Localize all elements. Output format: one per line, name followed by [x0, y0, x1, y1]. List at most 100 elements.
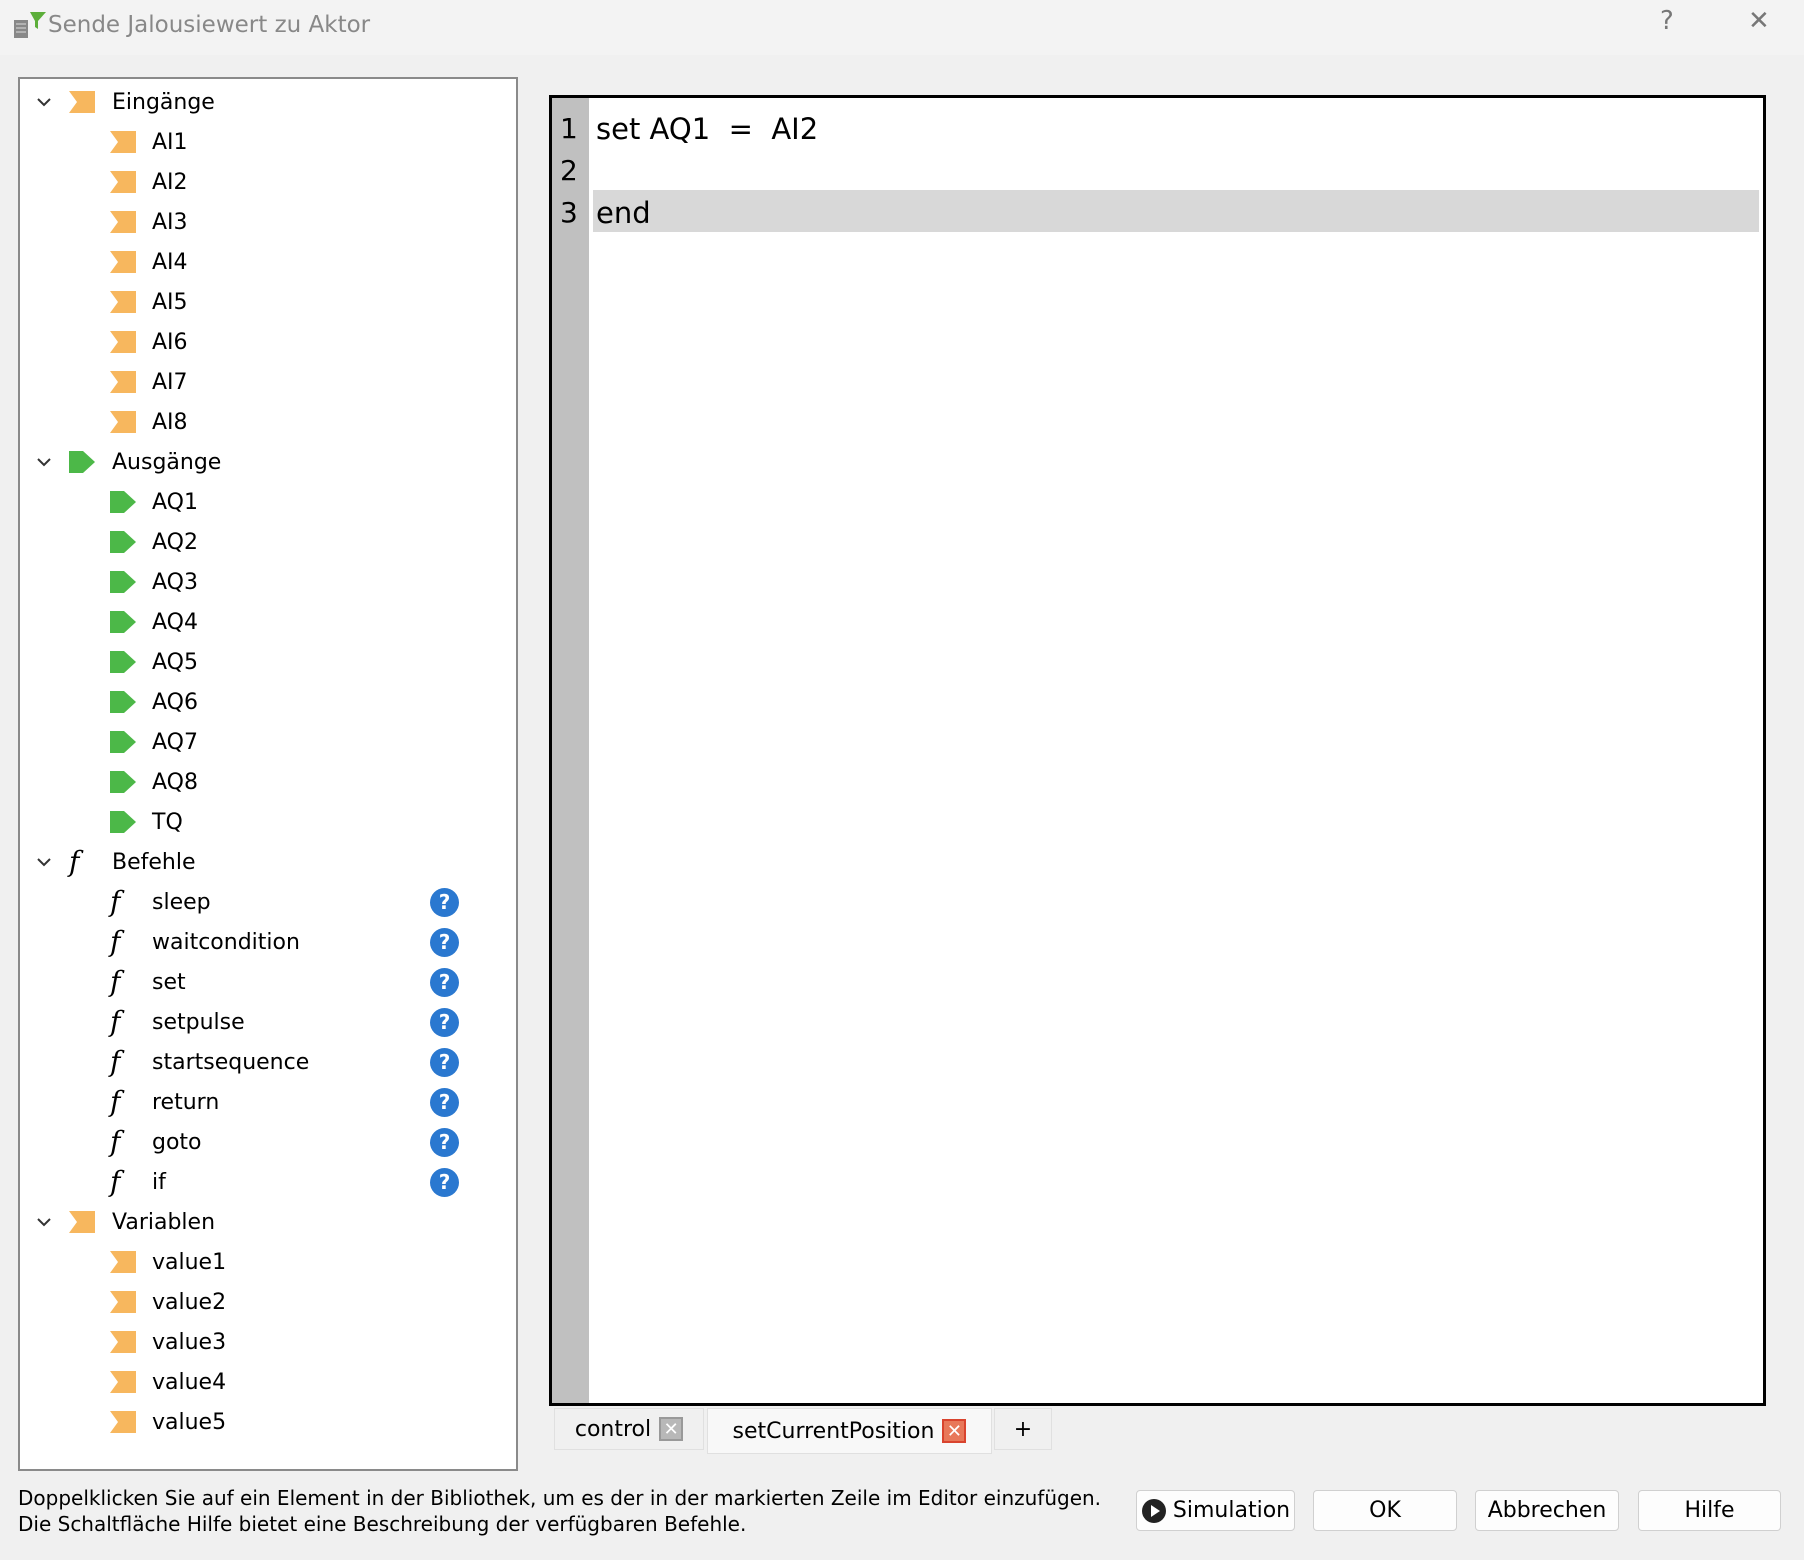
tree-item-label: AQ2 [152, 529, 198, 555]
help-icon[interactable]: ? [430, 967, 459, 997]
output-icon [110, 771, 136, 793]
tree-item[interactable]: AI2 [20, 162, 516, 202]
code-line[interactable]: set AQ1 = AI2 [596, 112, 818, 146]
input-icon [110, 1411, 136, 1433]
add-tab-button[interactable]: + [994, 1408, 1052, 1450]
tree-item-label: TQ [152, 809, 183, 835]
tree-group-variablen[interactable]: Variablen [20, 1202, 516, 1242]
tree-group-befehle[interactable]: f Befehle [20, 842, 516, 882]
tree-item-label: sleep [152, 889, 211, 915]
help-icon[interactable]: ? [430, 1167, 459, 1197]
tree-item[interactable]: f waitcondition? [20, 922, 516, 962]
tab-setcurrentposition[interactable]: setCurrentPosition ✕ [707, 1408, 992, 1454]
tree-item[interactable]: AQ8 [20, 762, 516, 802]
input-icon [110, 1371, 136, 1393]
tree-item[interactable]: f return? [20, 1082, 516, 1122]
function-icon: f [110, 965, 121, 998]
output-icon [110, 571, 136, 593]
help-icon[interactable]: ? [430, 1007, 459, 1037]
help-icon[interactable]: ? [430, 887, 459, 917]
tree-item[interactable]: AQ1 [20, 482, 516, 522]
play-icon [1141, 1498, 1166, 1523]
chevron-down-icon[interactable] [36, 454, 52, 470]
chevron-down-icon[interactable] [36, 1214, 52, 1230]
tree-item[interactable]: value3 [20, 1322, 516, 1362]
cancel-button[interactable]: Abbrechen [1475, 1490, 1619, 1531]
chevron-down-icon[interactable] [36, 854, 52, 870]
tree-item[interactable]: AI1 [20, 122, 516, 162]
output-icon [110, 811, 136, 833]
tree-item[interactable]: f startsequence? [20, 1042, 516, 1082]
tree-item[interactable]: AQ4 [20, 602, 516, 642]
input-icon [110, 1291, 136, 1313]
chevron-down-icon[interactable] [36, 94, 52, 110]
function-icon: f [110, 885, 121, 918]
tree-item[interactable]: AI5 [20, 282, 516, 322]
app-icon [14, 12, 46, 38]
help-icon[interactable]: ? [430, 1087, 459, 1117]
line-number: 1 [560, 112, 578, 145]
help-title-button[interactable]: ? [1660, 6, 1674, 36]
tree-item[interactable]: AQ6 [20, 682, 516, 722]
tree-item[interactable]: AI6 [20, 322, 516, 362]
close-button[interactable]: ✕ [1748, 6, 1770, 36]
tree-group-label: Befehle [112, 849, 196, 875]
simulation-button[interactable]: Simulation [1136, 1490, 1295, 1531]
tree-group-eingänge[interactable]: Eingänge [20, 82, 516, 122]
library-tree[interactable]: Eingänge AI1 AI2 AI3 AI4 AI5 AI6 AI7 AI8 Ausgänge… [18, 77, 518, 1471]
tree-item[interactable]: value4 [20, 1362, 516, 1402]
tree-item[interactable]: TQ [20, 802, 516, 842]
tree-item[interactable]: f setpulse? [20, 1002, 516, 1042]
tree-item[interactable]: AI7 [20, 362, 516, 402]
tree-item[interactable]: value2 [20, 1282, 516, 1322]
tree-item-label: setpulse [152, 1009, 245, 1035]
tree-item[interactable]: value1 [20, 1242, 516, 1282]
tree-item-label: value5 [152, 1409, 227, 1435]
tree-item[interactable]: AQ2 [20, 522, 516, 562]
output-icon [69, 451, 95, 473]
tree-item[interactable]: AI4 [20, 242, 516, 282]
tree-item-label: value3 [152, 1329, 227, 1355]
help-icon[interactable]: ? [430, 1127, 459, 1157]
input-icon [110, 251, 136, 273]
line-gutter [552, 98, 589, 1403]
tree-item[interactable]: value5 [20, 1402, 516, 1442]
title-bar: Sende Jalousiewert zu Aktor ? ✕ [0, 0, 1804, 55]
tree-item[interactable]: AQ3 [20, 562, 516, 602]
tree-item[interactable]: AI3 [20, 202, 516, 242]
tree-item[interactable]: AQ7 [20, 722, 516, 762]
help-icon[interactable]: ? [430, 1047, 459, 1077]
tree-item[interactable]: f sleep? [20, 882, 516, 922]
input-icon [110, 411, 136, 433]
tree-item-label: AI8 [152, 409, 188, 435]
help-button[interactable]: Hilfe [1638, 1490, 1781, 1531]
tree-item-label: waitcondition [152, 929, 300, 955]
tree-item-label: value1 [152, 1249, 227, 1275]
code-editor[interactable]: 1 set AQ1 = AI2 2 3 end [549, 95, 1766, 1406]
output-icon [110, 491, 136, 513]
tree-item[interactable]: AQ5 [20, 642, 516, 682]
tree-item-label: AQ8 [152, 769, 198, 795]
line-number: 2 [560, 154, 578, 187]
tree-item-label: goto [152, 1129, 202, 1155]
tree-group-ausgänge[interactable]: Ausgänge [20, 442, 516, 482]
help-icon[interactable]: ? [430, 927, 459, 957]
tree-item-label: AI6 [152, 329, 188, 355]
function-icon: f [110, 1125, 121, 1158]
tree-item[interactable]: f set? [20, 962, 516, 1002]
tree-group-label: Variablen [112, 1209, 216, 1235]
close-tab-icon[interactable]: ✕ [942, 1419, 967, 1443]
tree-item-label: value4 [152, 1369, 227, 1395]
tree-item[interactable]: f if? [20, 1162, 516, 1202]
tree-item-label: AI2 [152, 169, 188, 195]
tree-item-label: value2 [152, 1289, 227, 1315]
code-line[interactable]: end [596, 196, 651, 230]
tab-label: control [574, 1416, 652, 1442]
ok-button[interactable]: OK [1313, 1490, 1457, 1531]
tree-item-label: AQ3 [152, 569, 198, 595]
tab-control[interactable]: control ✕ [554, 1408, 704, 1450]
output-icon [110, 691, 136, 713]
tree-item[interactable]: AI8 [20, 402, 516, 442]
tree-item[interactable]: f goto? [20, 1122, 516, 1162]
close-tab-icon[interactable]: ✕ [659, 1417, 684, 1441]
